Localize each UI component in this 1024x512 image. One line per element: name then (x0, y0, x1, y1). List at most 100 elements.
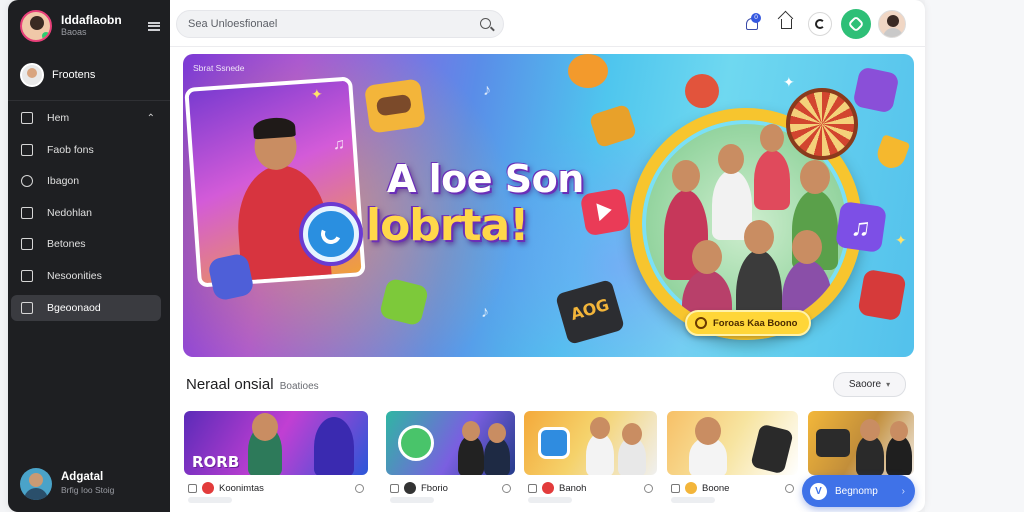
music-note-icon: ♪ (483, 82, 491, 99)
content-card[interactable]: Fborio (386, 411, 515, 512)
hamburger-menu-icon[interactable] (148, 21, 160, 31)
user-name: Adgatal (61, 471, 104, 483)
bookmark-icon[interactable] (390, 483, 399, 493)
home-button[interactable] (775, 13, 797, 35)
section-title-text: Neraal onsial (186, 376, 274, 393)
sidebar-item-label: Nedohlan (47, 206, 92, 219)
card-meta: Boone (671, 480, 802, 496)
star-icon: ✦ (895, 232, 907, 248)
content-card[interactable]: RORB Koonimtas (184, 411, 368, 512)
chevron-right-icon: › (901, 485, 905, 497)
sidebar-nav: Hem ⌃ Faob fons Ibagon Nedohlan Betones (11, 105, 161, 326)
thumb-character (314, 417, 354, 475)
sort-dropdown[interactable]: Saoore ▾ (833, 372, 906, 397)
channel-avatar (404, 482, 416, 494)
content-card[interactable]: Banoh (524, 411, 657, 512)
sidebar-profile[interactable]: Frootens (20, 61, 160, 89)
card-label: Koonimtas (219, 482, 264, 494)
check-badge-icon: V (810, 482, 827, 500)
fab-button[interactable]: V Begnomp › (802, 475, 915, 507)
card-thumbnail[interactable] (386, 411, 515, 475)
sidebar-item-bookmarks[interactable]: Betones (11, 231, 161, 257)
card-thumbnail[interactable] (667, 411, 798, 475)
search-bar[interactable]: Sea Unloesfionael (176, 10, 504, 38)
thumb-person-face (890, 421, 908, 441)
card-placeholder-line (528, 497, 572, 503)
sidebar-item-label: Nesoonities (47, 269, 102, 282)
options-icon[interactable] (355, 483, 364, 493)
options-icon[interactable] (785, 483, 794, 493)
speaker-sticker-icon (857, 268, 907, 322)
card-thumbnail[interactable] (524, 411, 657, 475)
chevron-up-icon[interactable]: ⌃ (147, 113, 155, 124)
banner-cta-button[interactable]: Foroas Kaa Boono (685, 310, 812, 336)
search-placeholder: Sea Unloesfionael (188, 18, 278, 30)
bookmark-icon[interactable] (188, 483, 197, 493)
sidebar-item-label: Hem (47, 112, 70, 124)
header-divider (170, 46, 925, 47)
music-note-icon: ♫ (835, 201, 887, 253)
banner-headline: A loe Son (387, 157, 584, 201)
hero-banner[interactable]: Sbrat Ssnede ♫ AOG ✦ ✦ ✦ ♪ ♪ ♫ A loe Son… (183, 54, 914, 357)
group-person-face (672, 160, 700, 192)
group-person-face (692, 240, 722, 274)
sidebar-item-community[interactable]: Nesoonities (11, 263, 161, 289)
sidebar-item-settings[interactable]: Bgeoonaod (11, 294, 161, 321)
home-icon (21, 112, 33, 124)
sidebar-item-search[interactable]: Ibagon (11, 168, 161, 194)
thumb-person-face (695, 417, 721, 445)
phone-badge-icon (303, 206, 359, 262)
brand-subtitle: Baoas (61, 27, 87, 37)
thumb-person (586, 433, 614, 475)
thumb-text: RORB (192, 453, 240, 471)
chevron-down-icon: ▾ (886, 380, 891, 389)
bookmark-icon[interactable] (528, 483, 537, 493)
sort-label: Saoore (848, 379, 882, 390)
user-subtitle: Brfig Ioo Stoig (61, 485, 115, 495)
sidebar-user[interactable]: Adgatal Brfig Ioo Stoig (20, 467, 160, 501)
sidebar-header: Iddaflaobn Baoas (20, 9, 160, 43)
bookmark-icon[interactable] (671, 483, 680, 493)
sidebar: Iddaflaobn Baoas Frootens Hem ⌃ Faob fon… (8, 0, 170, 512)
bookmark-icon (21, 238, 33, 251)
options-icon[interactable] (644, 483, 653, 493)
music-note-icon: ♪ (481, 304, 489, 321)
content-card[interactable]: Boone (667, 411, 798, 512)
notifications-button[interactable]: 0 (741, 13, 763, 35)
sidebar-item-files[interactable]: Faob fons (11, 137, 161, 163)
card-meta: Koonimtas (188, 480, 372, 496)
card-thumbnail[interactable] (808, 411, 914, 475)
camera-text: AOG (568, 294, 612, 324)
options-icon[interactable] (502, 483, 511, 493)
thumb-person (886, 435, 912, 475)
banner-subheadline: lobrta! (366, 200, 529, 251)
brand-avatar[interactable] (20, 10, 52, 42)
fab-label: Begnomp (835, 485, 878, 497)
card-thumbnail[interactable]: RORB (184, 411, 368, 475)
thumb-person-face (252, 413, 278, 441)
profile-name: Frootens (52, 69, 96, 81)
refresh-button[interactable] (808, 12, 832, 36)
search-icon[interactable] (480, 18, 491, 29)
music-note-icon: ♫ (333, 136, 345, 153)
group-person-face (792, 230, 822, 264)
banner-tag: Sbrat Ssnede (193, 63, 245, 73)
chat-bubble-icon (398, 425, 434, 461)
thumb-person-face (860, 419, 880, 441)
character-sticker-icon (685, 74, 719, 108)
sidebar-item-home[interactable]: Hem ⌃ (11, 105, 161, 131)
app-tile-icon (538, 427, 570, 459)
sidebar-divider (8, 100, 170, 101)
thumb-person (458, 435, 484, 475)
sidebar-item-calendar[interactable]: Nedohlan (11, 200, 161, 226)
create-button[interactable] (841, 9, 871, 39)
thumb-person-face (462, 421, 480, 441)
group-person (754, 150, 790, 210)
channel-avatar (542, 482, 554, 494)
folder-icon (21, 143, 33, 156)
robot-sticker-icon (363, 78, 427, 134)
profile-avatar (20, 63, 44, 87)
group-person-face (760, 124, 784, 152)
card-meta: Fborio (390, 480, 519, 496)
header-avatar[interactable] (878, 10, 906, 38)
